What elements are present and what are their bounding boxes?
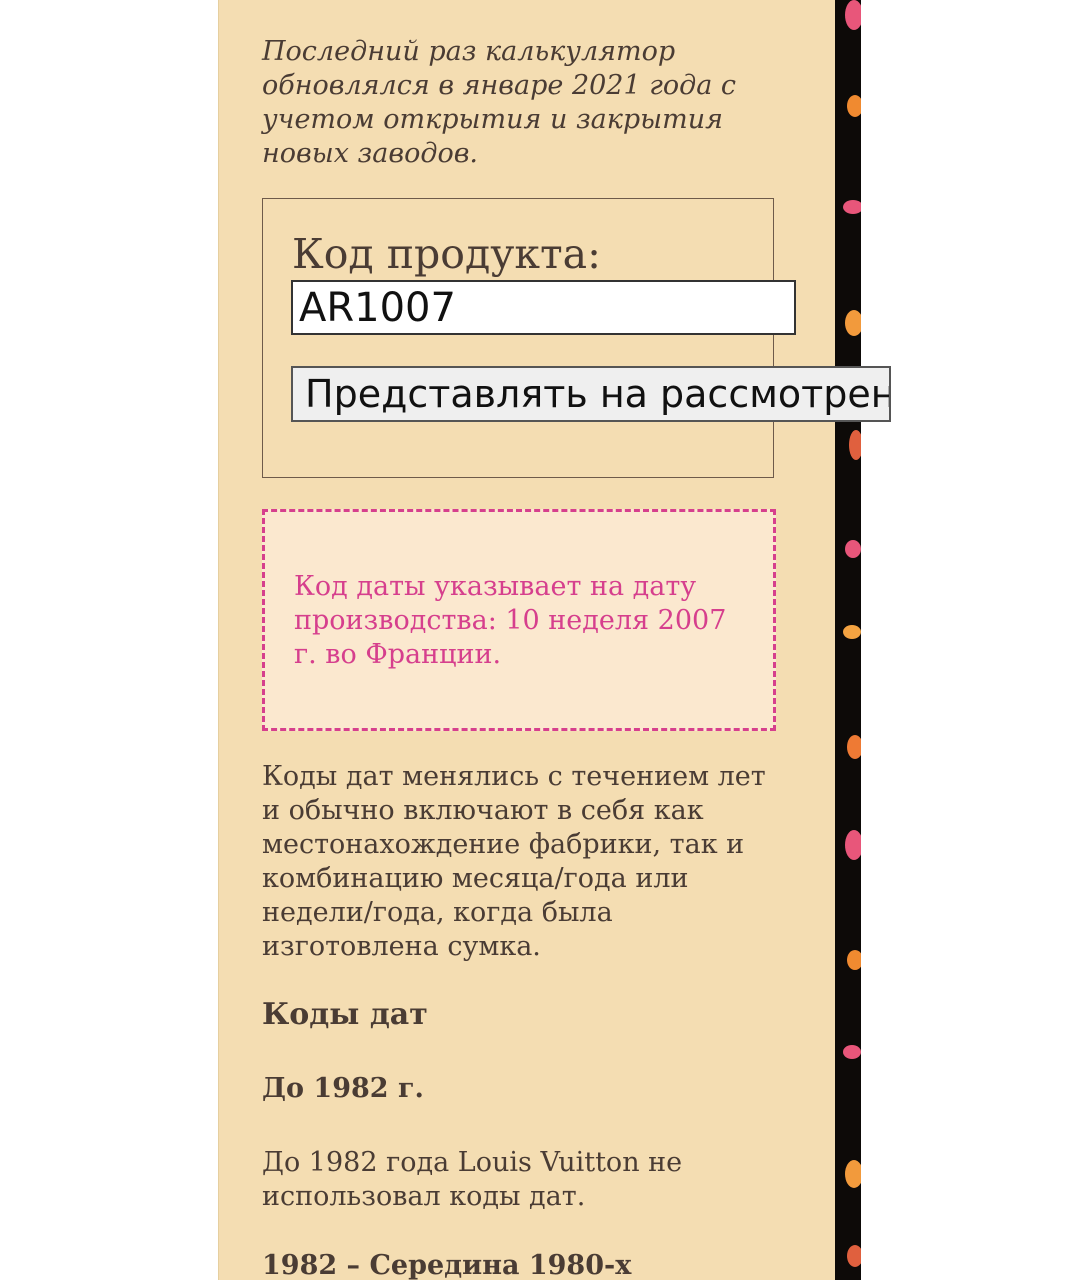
decorative-pattern-strip [835, 0, 861, 1280]
description-line: Коды дат менялись с течением лет [262, 761, 766, 792]
description-line: недели/года, когда была [262, 897, 613, 928]
notice-line: Последний раз калькулятор [262, 36, 676, 67]
period-1982-heading: 1982 – Середина 1980-х [262, 1250, 632, 1281]
product-code-label: Код продукта: [292, 230, 601, 278]
result-line: г. во Франции. [294, 639, 502, 670]
description-line: и обычно включают в себя как [262, 795, 704, 826]
notice-line: обновлялся в январе 2021 года с [262, 70, 737, 101]
description-line: изготовлена сумка. [262, 931, 541, 962]
result-message: Код даты указывает на дату производства:… [294, 570, 744, 672]
date-code-description: Коды дат менялись с течением лет и обычн… [262, 760, 782, 964]
notice-line: новых заводов. [262, 138, 479, 169]
description-line: местонахождение фабрики, так и [262, 829, 745, 860]
pre-1982-line: До 1982 года Louis Vuitton не [262, 1147, 683, 1178]
pre-1982-text: До 1982 года Louis Vuitton не использова… [262, 1146, 782, 1214]
result-line: Код даты указывает на дату [294, 571, 697, 602]
date-codes-heading: Коды дат [262, 997, 428, 1032]
calculator-update-notice: Последний раз калькулятор обновлялся в я… [262, 35, 782, 171]
pre-1982-heading: До 1982 г. [262, 1073, 424, 1104]
description-line: комбинацию месяца/года или [262, 863, 689, 894]
pre-1982-line: использовал коды дат. [262, 1181, 586, 1212]
product-code-input[interactable] [291, 280, 796, 335]
result-line: производства: 10 неделя 2007 [294, 605, 727, 636]
submit-button[interactable]: Представлять на рассмотрение [291, 366, 891, 422]
notice-line: учетом открытия и закрытия [262, 104, 724, 135]
